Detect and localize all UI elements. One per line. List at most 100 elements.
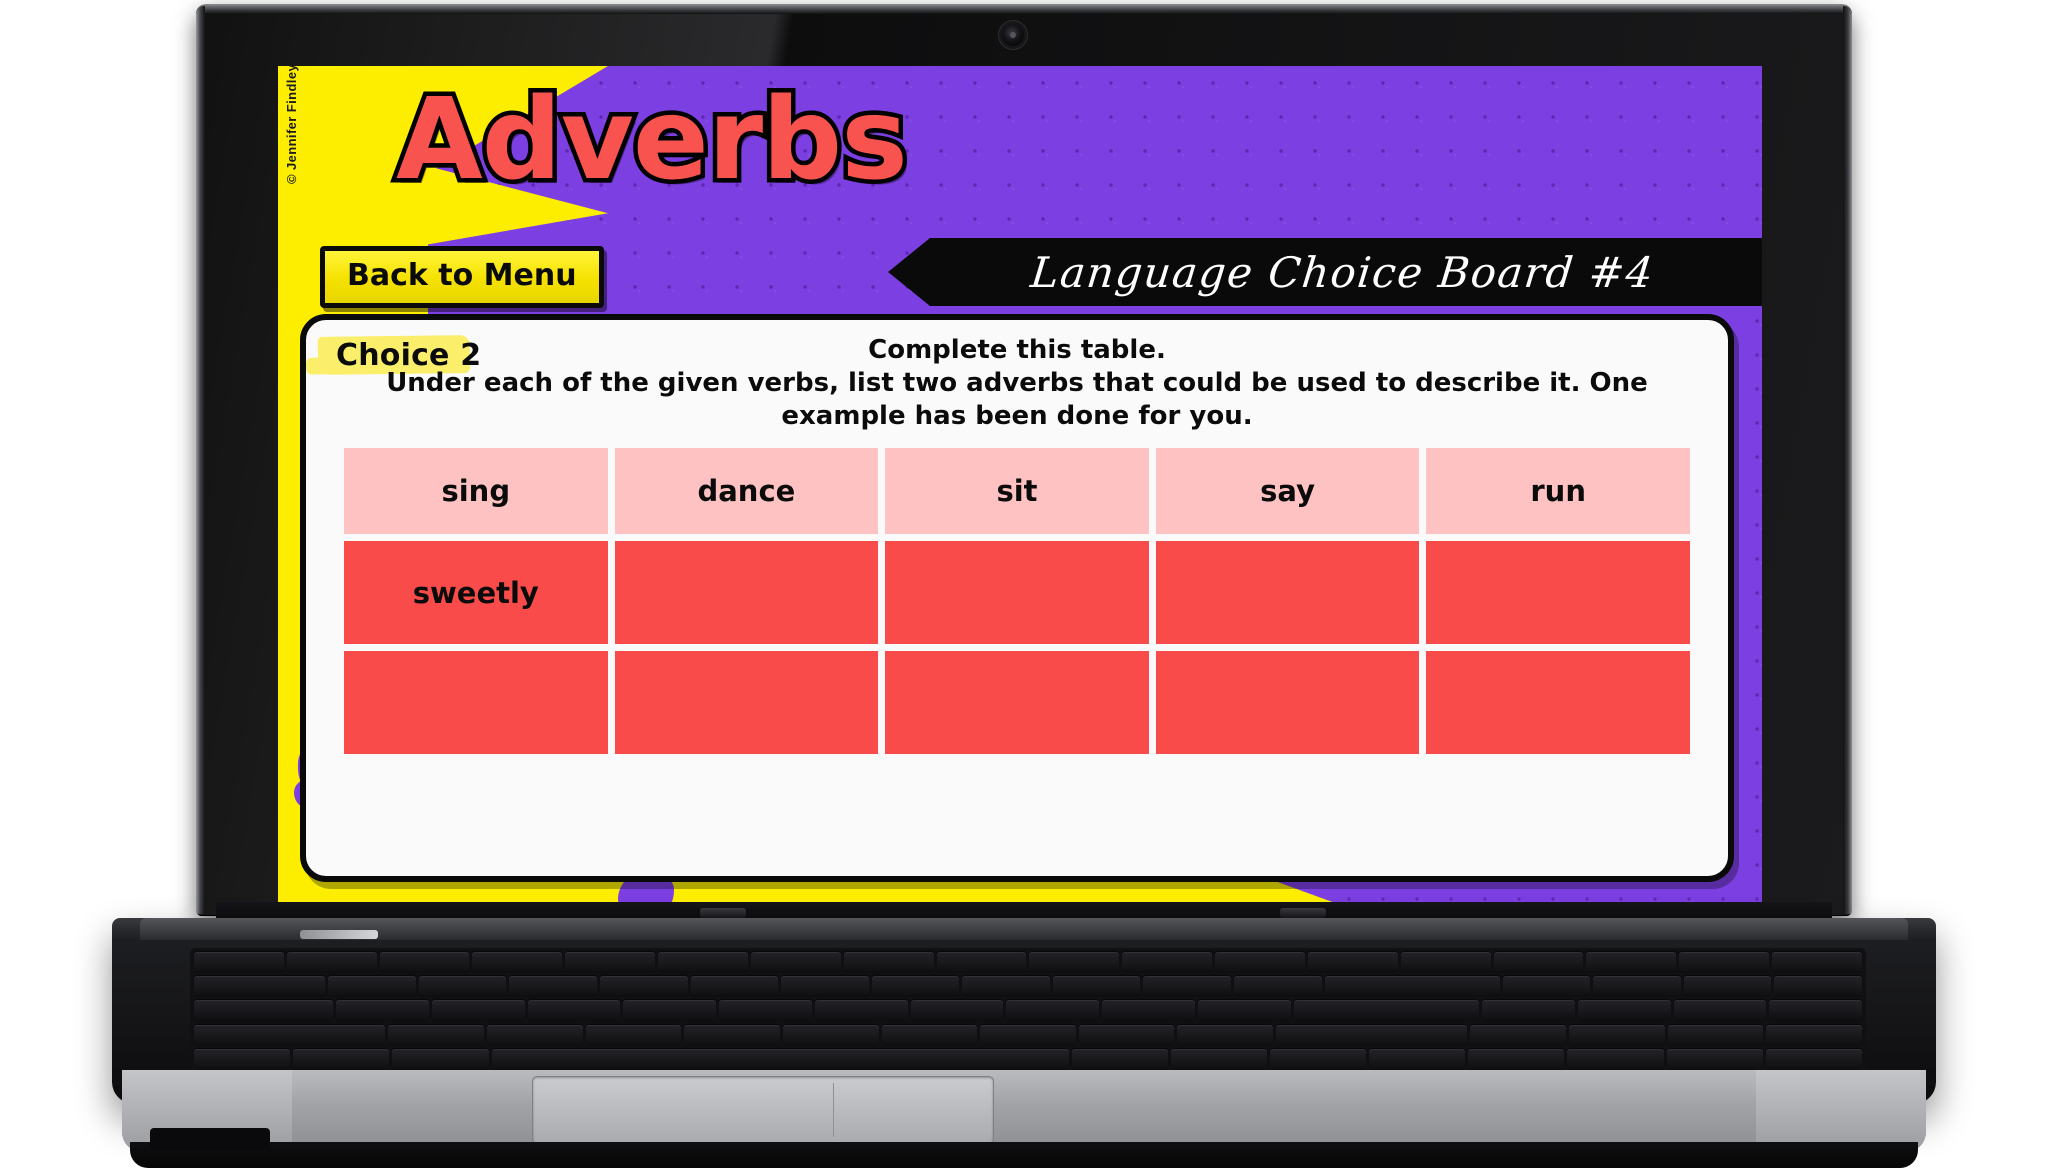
key[interactable] — [936, 952, 1027, 974]
trackpad[interactable] — [532, 1076, 994, 1144]
key[interactable] — [431, 1000, 525, 1022]
key[interactable] — [1293, 1000, 1480, 1022]
key[interactable] — [1593, 976, 1681, 998]
key[interactable] — [1667, 1024, 1764, 1046]
key[interactable] — [388, 1024, 484, 1046]
key[interactable] — [418, 976, 507, 998]
key[interactable] — [194, 952, 284, 974]
key[interactable] — [750, 952, 841, 974]
hinge-notch-left — [700, 908, 746, 918]
key[interactable] — [1673, 1000, 1767, 1022]
key[interactable] — [1772, 952, 1862, 974]
key[interactable] — [1679, 952, 1770, 974]
key[interactable] — [980, 1024, 1076, 1046]
table-answer-cell[interactable] — [614, 541, 879, 644]
laptop-base-top-edge — [140, 918, 1908, 940]
key[interactable] — [600, 976, 688, 998]
key[interactable] — [336, 1000, 429, 1022]
back-to-menu-button[interactable]: Back to Menu — [320, 246, 604, 308]
key[interactable] — [1102, 1000, 1195, 1022]
key[interactable] — [194, 1024, 386, 1046]
key[interactable] — [1276, 1024, 1468, 1046]
key[interactable] — [328, 976, 416, 998]
key[interactable] — [881, 1024, 978, 1046]
table-answer-cell[interactable] — [885, 651, 1149, 754]
key[interactable] — [781, 976, 869, 998]
key[interactable] — [1766, 1024, 1862, 1046]
key[interactable] — [1170, 1048, 1267, 1070]
key[interactable] — [1470, 1024, 1566, 1046]
table-answer-cell[interactable]: sweetly — [344, 541, 608, 644]
table-answer-cell[interactable] — [344, 651, 608, 754]
key[interactable] — [1029, 952, 1120, 974]
key[interactable] — [194, 1048, 291, 1070]
key[interactable] — [527, 1000, 621, 1022]
key[interactable] — [1215, 952, 1305, 974]
keyboard[interactable] — [190, 948, 1866, 1074]
spacebar-key[interactable] — [491, 1048, 1069, 1070]
key[interactable] — [1569, 1024, 1665, 1046]
key[interactable] — [1666, 1048, 1763, 1070]
key[interactable] — [194, 976, 326, 998]
table-header-row: sing dance sit say run — [344, 448, 1690, 534]
key[interactable] — [962, 976, 1050, 998]
power-indicator — [300, 930, 378, 939]
key[interactable] — [1233, 976, 1322, 998]
key[interactable] — [814, 1000, 908, 1022]
key[interactable] — [585, 1024, 682, 1046]
table-answer-cell[interactable] — [885, 541, 1149, 644]
presentation-slide: © Jennifer Findley Adverbs Back to Menu … — [278, 66, 1762, 904]
key[interactable] — [1052, 976, 1141, 998]
key[interactable] — [1577, 1000, 1671, 1022]
key[interactable] — [1307, 952, 1398, 974]
table-answer-cell[interactable] — [614, 651, 879, 754]
key[interactable] — [1400, 952, 1491, 974]
key[interactable] — [509, 976, 598, 998]
key[interactable] — [1143, 976, 1231, 998]
key[interactable] — [843, 952, 934, 974]
key[interactable] — [1493, 952, 1584, 974]
key[interactable] — [690, 976, 779, 998]
key[interactable] — [1177, 1024, 1274, 1046]
key[interactable] — [379, 952, 470, 974]
table-answer-cell[interactable] — [1426, 651, 1690, 754]
key[interactable] — [658, 952, 748, 974]
key[interactable] — [1369, 1048, 1466, 1070]
copyright-notice: © Jennifer Findley — [284, 66, 299, 184]
key[interactable] — [1482, 1000, 1575, 1022]
key[interactable] — [1502, 976, 1591, 998]
key[interactable] — [1468, 1048, 1565, 1070]
key[interactable] — [1683, 976, 1772, 998]
key[interactable] — [910, 1000, 1004, 1022]
table-answer-cell[interactable] — [1155, 541, 1420, 644]
adverbs-table: sing dance sit say run sweetly — [344, 448, 1690, 754]
key[interactable] — [286, 952, 377, 974]
key[interactable] — [472, 952, 563, 974]
key[interactable] — [1586, 952, 1677, 974]
key[interactable] — [1122, 952, 1213, 974]
key[interactable] — [1765, 1048, 1862, 1070]
key[interactable] — [719, 1000, 812, 1022]
key[interactable] — [392, 1048, 489, 1070]
key[interactable] — [871, 976, 960, 998]
key[interactable] — [565, 952, 656, 974]
key[interactable] — [194, 1000, 334, 1022]
key[interactable] — [684, 1024, 780, 1046]
key[interactable] — [486, 1024, 583, 1046]
key[interactable] — [1774, 976, 1862, 998]
key[interactable] — [782, 1024, 879, 1046]
choice-board-banner-label: Language Choice Board #4 — [1028, 247, 1658, 297]
key[interactable] — [1078, 1024, 1175, 1046]
table-answer-cell[interactable] — [1426, 541, 1690, 644]
key[interactable] — [623, 1000, 717, 1022]
key[interactable] — [293, 1048, 390, 1070]
key[interactable] — [1567, 1048, 1664, 1070]
key[interactable] — [1269, 1048, 1367, 1070]
key[interactable] — [1324, 976, 1500, 998]
key[interactable] — [1769, 1000, 1863, 1022]
key[interactable] — [1197, 1000, 1291, 1022]
choice-board-banner: Language Choice Board #4 — [888, 238, 1762, 306]
table-answer-cell[interactable] — [1155, 651, 1420, 754]
key[interactable] — [1006, 1000, 1100, 1022]
key[interactable] — [1071, 1048, 1168, 1070]
